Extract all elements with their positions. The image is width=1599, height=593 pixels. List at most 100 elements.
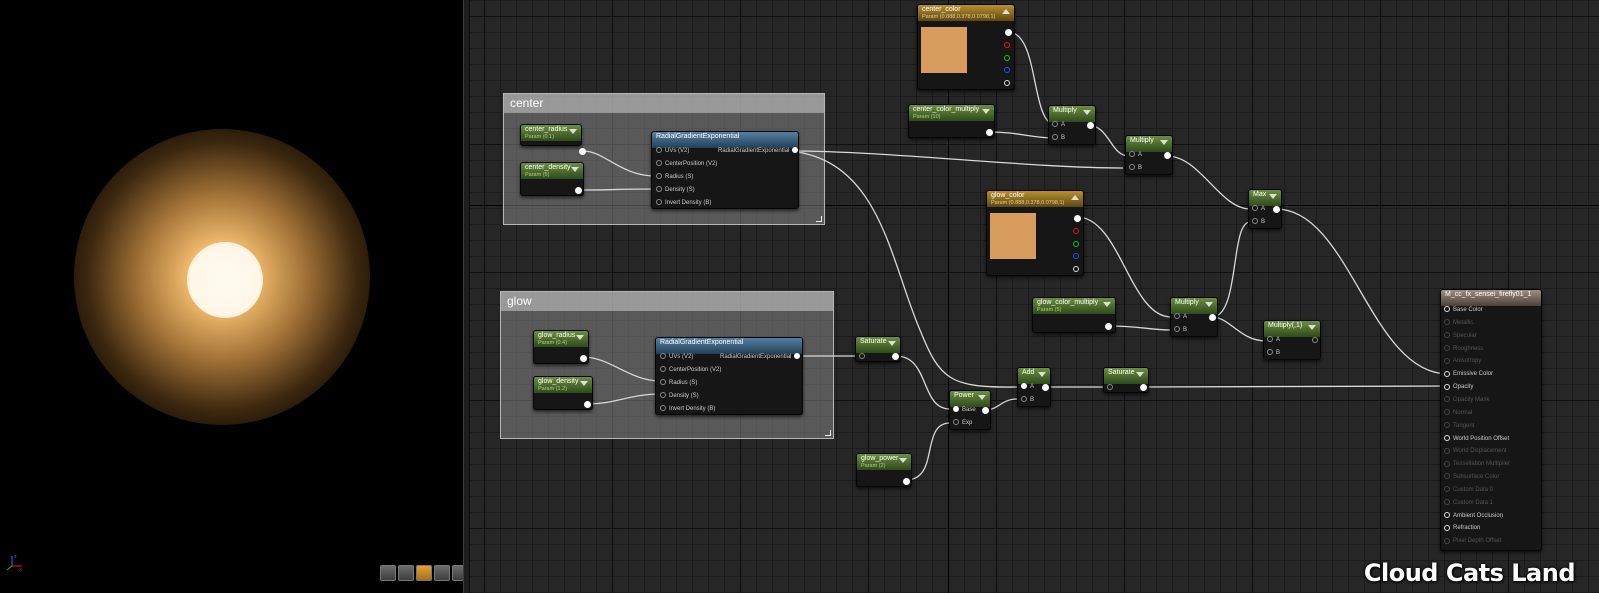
node-graph[interactable]: center glow center_radius Param (0.1) ce…: [470, 0, 1599, 593]
collapse-icon[interactable]: [1071, 195, 1079, 200]
sphere-icon[interactable]: [398, 565, 414, 581]
collapse-icon[interactable]: [1103, 302, 1111, 307]
output-pin-rgba-icon[interactable]: [1005, 29, 1012, 36]
plane-icon[interactable]: [416, 565, 432, 581]
output-pin-icon[interactable]: [1087, 122, 1094, 129]
output-pin-a-icon[interactable]: [1073, 266, 1079, 272]
input-pin-icon[interactable]: [1174, 313, 1180, 320]
input-pin-icon[interactable]: [1444, 357, 1450, 364]
input-pin-icon[interactable]: [1444, 422, 1450, 429]
input-pin-icon[interactable]: [1174, 326, 1180, 333]
material-pin-row[interactable]: Opacity Mask: [1444, 396, 1489, 405]
transform-icon[interactable]: [380, 565, 396, 581]
resize-grip-icon[interactable]: [816, 216, 822, 222]
material-pin-row[interactable]: Custom Data 1: [1444, 499, 1493, 508]
color-swatch[interactable]: [990, 213, 1036, 259]
material-pin-row[interactable]: Refraction: [1444, 524, 1480, 533]
output-pin-icon[interactable]: [986, 129, 993, 136]
mesh-icon[interactable]: [452, 565, 463, 581]
collapse-icon[interactable]: [1160, 140, 1168, 145]
collapse-icon[interactable]: [888, 341, 896, 346]
output-pin-icon[interactable]: [1105, 323, 1112, 330]
material-pin-row[interactable]: Emissive Color: [1444, 370, 1493, 379]
material-pin-row[interactable]: Opacity: [1444, 383, 1473, 392]
input-pin-icon[interactable]: [1129, 164, 1135, 171]
input-pin-icon[interactable]: [660, 353, 666, 360]
material-pin-row[interactable]: World Position Offset: [1444, 434, 1509, 444]
collapse-icon[interactable]: [978, 395, 986, 400]
input-pin-icon[interactable]: [1021, 383, 1027, 390]
input-pin-icon[interactable]: [660, 405, 666, 412]
multiply-node-4[interactable]: Multiply(,1) A B: [1263, 320, 1321, 360]
radial-gradient-node-glow[interactable]: RadialGradientExponential UVs (V2) Cente…: [655, 337, 803, 415]
multiply-node-1[interactable]: Multiply A B: [1048, 105, 1096, 145]
output-pin-g-icon[interactable]: [1073, 241, 1079, 247]
multiply-node-3[interactable]: Multiply A B: [1170, 297, 1218, 337]
output-pin-icon[interactable]: [982, 407, 989, 414]
comment-glow-title[interactable]: glow: [501, 292, 833, 311]
input-pin-icon[interactable]: [660, 379, 666, 386]
output-pin-icon[interactable]: [792, 147, 799, 154]
input-pin-icon[interactable]: [656, 199, 662, 206]
power-node[interactable]: Power Base Exp: [949, 390, 991, 430]
vector-param-node-center-color[interactable]: center_color Param (0.888,0.378,0.0798,1): [917, 4, 1015, 90]
collapse-icon[interactable]: [571, 167, 579, 172]
input-pin-icon[interactable]: [1444, 537, 1450, 544]
input-pin-icon[interactable]: [1444, 434, 1450, 441]
saturate-node-2[interactable]: Saturate: [1103, 367, 1149, 393]
input-pin-icon[interactable]: [1444, 383, 1450, 390]
panel-splitter[interactable]: [463, 0, 470, 593]
max-node[interactable]: Max A B: [1248, 189, 1282, 229]
material-pin-row[interactable]: Metallic: [1444, 319, 1473, 328]
input-pin-icon[interactable]: [660, 392, 666, 399]
output-pin-icon[interactable]: [794, 353, 801, 360]
saturate-node-1[interactable]: Saturate: [855, 336, 901, 362]
material-pin-row[interactable]: World Displacement: [1444, 447, 1507, 456]
comment-center-title[interactable]: center: [504, 94, 824, 113]
output-pin-icon[interactable]: [1164, 152, 1171, 159]
param-node-center-radius[interactable]: center_radius Param (0.1): [520, 124, 586, 155]
param-node-glow-color-multiply[interactable]: glow_color_multiply Param (5): [1032, 297, 1116, 333]
material-pin-row[interactable]: Tessellation Multiplier: [1444, 460, 1510, 469]
output-pin-icon[interactable]: [892, 353, 899, 360]
material-pin-row[interactable]: Pixel Depth Offset: [1444, 537, 1501, 546]
material-pin-row[interactable]: Custom Data 0: [1444, 486, 1493, 495]
input-pin-icon[interactable]: [1252, 218, 1258, 225]
input-pin-icon[interactable]: [1052, 121, 1058, 128]
input-pin-icon[interactable]: [1444, 396, 1450, 403]
cube-icon[interactable]: [434, 565, 450, 581]
collapse-icon[interactable]: [576, 335, 584, 340]
input-pin-icon[interactable]: [1107, 384, 1113, 390]
input-pin-icon[interactable]: [656, 186, 662, 193]
output-pin-icon[interactable]: [1273, 206, 1280, 213]
input-pin-icon[interactable]: [859, 353, 865, 359]
input-pin-icon[interactable]: [1129, 151, 1135, 158]
collapse-icon[interactable]: [1083, 110, 1091, 115]
param-node-glow-power[interactable]: glow_power Param (2): [856, 453, 912, 487]
output-pin-icon[interactable]: [1312, 337, 1318, 343]
input-pin-icon[interactable]: [1444, 332, 1450, 339]
input-pin-icon[interactable]: [1444, 486, 1450, 493]
collapse-icon[interactable]: [1136, 372, 1144, 377]
material-pin-row[interactable]: Subsurface Color: [1444, 473, 1499, 482]
multiply-node-2[interactable]: Multiply A B: [1125, 135, 1173, 175]
input-pin-icon[interactable]: [1444, 512, 1450, 519]
material-result-node[interactable]: M_cc_fx_sensei_firefly01_1 Base Color Met…: [1440, 289, 1542, 551]
output-pin-b-icon[interactable]: [1073, 253, 1079, 259]
collapse-icon[interactable]: [1308, 325, 1316, 330]
output-pin-icon[interactable]: [1042, 384, 1049, 391]
input-pin-icon[interactable]: [1052, 134, 1058, 141]
collapse-icon[interactable]: [1269, 194, 1277, 199]
input-pin-icon[interactable]: [1444, 473, 1450, 480]
output-pin-icon[interactable]: [580, 355, 587, 362]
input-pin-icon[interactable]: [1444, 499, 1450, 506]
output-pin-icon[interactable]: [1209, 314, 1216, 321]
collapse-icon[interactable]: [569, 129, 577, 134]
material-pin-row[interactable]: Anisotropy: [1444, 357, 1481, 366]
material-pin-row[interactable]: Specular: [1444, 332, 1477, 341]
input-pin-icon[interactable]: [660, 366, 666, 373]
material-pin-row[interactable]: Ambient Occlusion: [1444, 512, 1503, 521]
collapse-icon[interactable]: [580, 381, 588, 386]
input-pin-icon[interactable]: [1252, 205, 1258, 212]
output-pin-r-icon[interactable]: [1073, 228, 1079, 234]
